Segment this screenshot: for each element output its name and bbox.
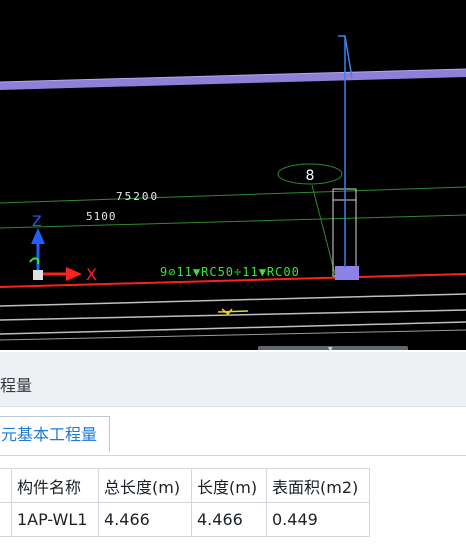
dim-label-lower: 5100: [86, 210, 117, 223]
axis-z-label: Z: [32, 214, 42, 230]
axis-z-arrow: [31, 228, 45, 244]
table-cell-total-length[interactable]: 4.466: [98, 502, 192, 537]
panel-header: 程量: [0, 352, 466, 407]
table-cell-length[interactable]: 4.466: [191, 502, 267, 537]
ground-line-3: [0, 321, 466, 335]
column-base[interactable]: [335, 266, 359, 280]
axis-x-arrow: [66, 267, 82, 281]
green-line-diagonal: [311, 184, 337, 279]
table-cell-name[interactable]: 1AP-WL1: [11, 502, 99, 537]
axis-origin: [33, 270, 43, 280]
header-cell: [0, 468, 12, 503]
table-header-row: 构件名称 总长度(m) 长度(m) 表面积(m2): [0, 468, 370, 503]
cad-viewport[interactable]: 8 75200 5100 9⊘11▼RC50÷11▼RC00 Z X ▼: [0, 0, 466, 350]
header-cell-name[interactable]: 构件名称: [11, 468, 99, 503]
ground-line-1: [0, 293, 466, 307]
tab-label: 元基本工程量: [1, 425, 98, 444]
table-cell-surface-area[interactable]: 0.449: [266, 502, 370, 537]
panel-resize-handle[interactable]: ▼: [258, 346, 408, 350]
green-line-upper: [0, 186, 466, 204]
cad-canvas[interactable]: 8 75200 5100 9⊘11▼RC50÷11▼RC00 Z X: [0, 0, 466, 350]
green-line-lower: [0, 214, 466, 229]
quantity-panel: 程量 元基本工程量 构件名称 总长度(m) 长度(m) 表面积(m2) 1AP-…: [0, 352, 466, 552]
axis-x-label: X: [86, 265, 97, 284]
header-cell-length[interactable]: 长度(m): [191, 468, 267, 503]
quantity-table: 构件名称 总长度(m) 长度(m) 表面积(m2) 1AP-WL1 4.466 …: [0, 468, 370, 537]
chevron-down-icon: ▼: [328, 346, 333, 351]
rebar-annotation: 9⊘11▼RC50÷11▼RC00: [160, 265, 300, 279]
header-cell-surface-area[interactable]: 表面积(m2): [266, 468, 370, 503]
dim-label-upper: 75200: [116, 190, 159, 203]
table-cell[interactable]: [0, 502, 12, 537]
table-row[interactable]: 1AP-WL1 4.466 4.466 0.449: [0, 502, 370, 537]
beam-3d: [0, 69, 466, 90]
axis-gizmo: Z X: [29, 214, 97, 284]
yellow-marker: [217, 308, 249, 316]
header-cell-total-length[interactable]: 总长度(m): [98, 468, 192, 503]
panel-title: 程量: [0, 376, 33, 395]
bubble-label: 8: [306, 168, 315, 184]
tab-basic-quantity[interactable]: 元基本工程量: [0, 416, 110, 452]
